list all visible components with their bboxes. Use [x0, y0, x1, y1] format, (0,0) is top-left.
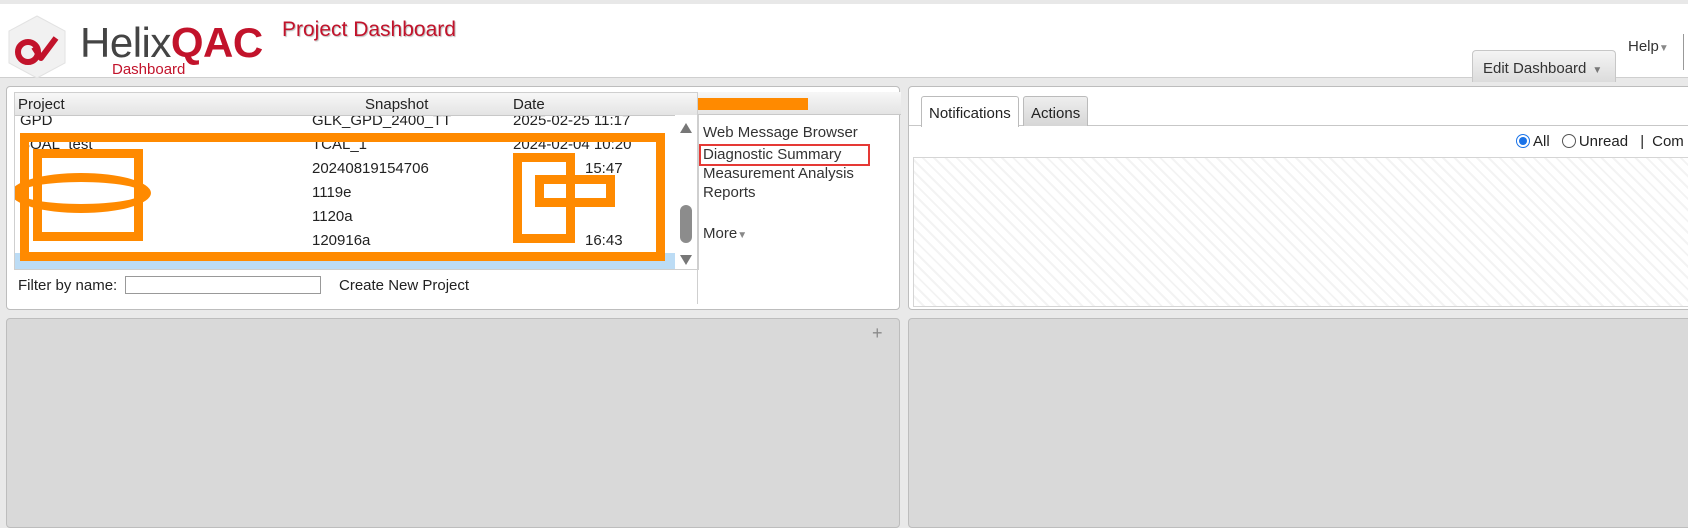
radio-all-label: All [1533, 133, 1550, 150]
radio-unread[interactable] [1561, 134, 1576, 148]
redaction-scribble [33, 149, 143, 241]
brand-helix: Helix [80, 19, 171, 66]
brand-wordmark: HelixQAC [80, 22, 263, 64]
radio-all[interactable] [1516, 134, 1530, 148]
scroll-up-icon[interactable] [680, 123, 692, 133]
caret-down-icon: ▼ [1658, 43, 1669, 54]
tab-actions[interactable]: Actions [1023, 96, 1089, 126]
edit-dashboard-button[interactable]: Edit Dashboard ▼ [1472, 50, 1616, 82]
column-header-date[interactable]: Date [513, 96, 545, 113]
notifications-panel: Notifications Actions All Unread | Com [908, 86, 1688, 310]
helix-logo-icon [8, 15, 66, 79]
app-header: HelixQAC Dashboard Project Dashboard Edi… [0, 0, 1688, 82]
notifications-tabbar: Notifications Actions [909, 87, 1688, 127]
create-new-project-link[interactable]: Create New Project [339, 277, 469, 294]
web-message-browser-link[interactable]: Web Message Browser [703, 124, 858, 141]
column-header-project[interactable]: Project [18, 96, 65, 113]
brand-subtitle: Dashboard [112, 61, 186, 78]
projects-table-header: Project Snapshot Date [15, 93, 698, 116]
filter-by-name-input[interactable] [125, 276, 321, 294]
plus-icon[interactable]: + [872, 323, 883, 344]
project-links: Web Message Browser Diagnostic Summary M… [697, 92, 902, 304]
help-menu[interactable]: Help▼ [1628, 38, 1669, 55]
filter-label: Filter by name: [18, 277, 118, 294]
filter-separator: | [1640, 133, 1645, 150]
caret-down-icon: ▼ [1592, 65, 1603, 76]
column-header-snapshot[interactable]: Snapshot [365, 96, 428, 113]
help-label: Help [1628, 38, 1659, 55]
filter-com-option[interactable]: Com [1652, 133, 1684, 150]
page-title: Project Dashboard [282, 18, 456, 41]
caret-down-icon: ▼ [737, 230, 748, 241]
projects-panel: GPD GLK_GPD_2400_TT 2025-02-25 11:17 SOA… [6, 86, 902, 310]
tab-notifications[interactable]: Notifications [921, 96, 1019, 127]
project-links-header [698, 92, 901, 115]
reports-link[interactable]: Reports [703, 184, 756, 201]
notification-filter: All Unread | Com [1516, 133, 1684, 150]
edit-dashboard-label: Edit Dashboard [1483, 60, 1587, 77]
radio-unread-label: Unread [1578, 133, 1629, 150]
redaction-scribble [535, 175, 615, 207]
projects-table: GPD GLK_GPD_2400_TT 2025-02-25 11:17 SOA… [14, 92, 699, 270]
header-divider [1683, 34, 1684, 70]
more-label: More [703, 225, 738, 242]
empty-widget-panel-right [908, 318, 1688, 528]
diagnostic-summary-link[interactable]: Diagnostic Summary [703, 146, 841, 163]
projects-scrollbar[interactable] [675, 115, 697, 269]
empty-widget-panel-left [6, 318, 900, 528]
measurement-analysis-link[interactable]: Measurement Analysis [703, 165, 854, 182]
redaction-bar [698, 98, 808, 110]
more-menu[interactable]: More▼ [703, 225, 747, 242]
brand-qac: QAC [170, 19, 263, 66]
scrollbar-thumb[interactable] [680, 205, 692, 243]
notifications-list [913, 157, 1688, 307]
scroll-down-icon[interactable] [680, 255, 692, 265]
